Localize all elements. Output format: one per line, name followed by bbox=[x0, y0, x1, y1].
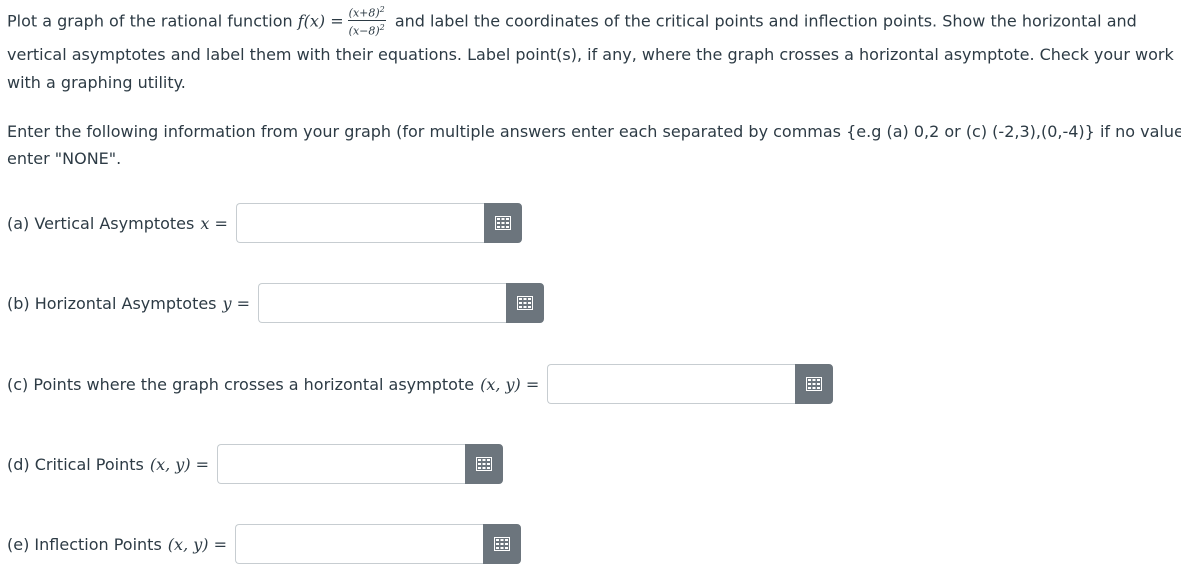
fraction-denominator: (x−8)2 bbox=[348, 22, 385, 38]
problem-text-prefix: Plot a graph of the rational function bbox=[7, 11, 293, 31]
question-e-math: (x, y) = bbox=[167, 534, 228, 554]
question-b-row: (b) Horizontal Asymptotes y = bbox=[7, 283, 545, 323]
question-b-input-group bbox=[258, 283, 545, 323]
question-d-input-group bbox=[217, 444, 504, 484]
grid-keypad-icon bbox=[494, 216, 511, 230]
question-d-math: (x, y) = bbox=[149, 454, 210, 474]
critical-points-input[interactable] bbox=[217, 444, 466, 484]
function-lhs: f(x) = bbox=[297, 11, 344, 31]
question-b-math: y = bbox=[222, 293, 251, 313]
grid-keypad-icon bbox=[494, 537, 511, 551]
question-d-label: (d) Critical Points bbox=[7, 454, 144, 474]
problem-line-3: with a graphing utility. bbox=[7, 73, 186, 92]
question-e-input-group bbox=[235, 524, 522, 564]
horizontal-crossing-points-input[interactable] bbox=[547, 364, 796, 404]
question-c-keypad-button[interactable] bbox=[795, 364, 834, 404]
problem-line-2: vertical asymptotes and label them with … bbox=[7, 45, 1174, 64]
instructions-line-1: Enter the following information from you… bbox=[7, 122, 1181, 141]
question-c-input-group bbox=[547, 364, 834, 404]
question-c-math: (x, y) = bbox=[480, 374, 540, 394]
question-a-label: (a) Vertical Asymptotes bbox=[7, 213, 195, 233]
question-b-label: (b) Horizontal Asymptotes bbox=[7, 293, 217, 313]
grid-keypad-icon bbox=[806, 377, 823, 391]
rational-fraction: (x+8)2 (x−8)2 bbox=[347, 3, 386, 38]
question-e-row: (e) Inflection Points (x, y) = bbox=[7, 524, 522, 564]
grid-keypad-icon bbox=[476, 457, 493, 471]
inflection-points-input[interactable] bbox=[235, 524, 484, 564]
question-a-input-group bbox=[235, 203, 522, 243]
problem-text-suffix: and label the coordinates of the critica… bbox=[394, 11, 1137, 31]
question-a-row: (a) Vertical Asymptotes x = bbox=[7, 203, 522, 243]
grid-keypad-icon bbox=[517, 296, 534, 310]
question-a-keypad-button[interactable] bbox=[483, 203, 522, 243]
question-b-keypad-button[interactable] bbox=[506, 283, 545, 323]
question-c-label: (c) Points where the graph crosses a hor… bbox=[7, 374, 475, 394]
question-d-keypad-button[interactable] bbox=[465, 444, 504, 484]
question-a-math: x = bbox=[200, 213, 228, 233]
question-e-label: (e) Inflection Points bbox=[7, 534, 162, 554]
question-c-row: (c) Points where the graph crosses a hor… bbox=[7, 364, 834, 404]
question-d-row: (d) Critical Points (x, y) = bbox=[7, 444, 504, 484]
horizontal-asymptotes-input[interactable] bbox=[258, 283, 507, 323]
vertical-asymptotes-input[interactable] bbox=[235, 203, 484, 243]
question-e-keypad-button[interactable] bbox=[483, 524, 522, 564]
problem-line-1: Plot a graph of the rational function f(… bbox=[7, 5, 1137, 39]
fraction-numerator: (x+8)2 bbox=[347, 5, 386, 21]
instructions-line-2: enter "NONE". bbox=[7, 149, 122, 168]
